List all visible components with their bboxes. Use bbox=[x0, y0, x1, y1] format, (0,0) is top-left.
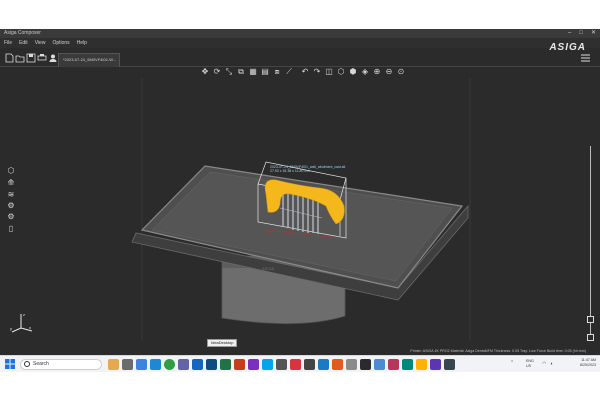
app-teal-icon[interactable] bbox=[402, 359, 413, 370]
redo-icon[interactable]: ↷ bbox=[312, 67, 322, 77]
clock[interactable]: 11:47 AM 8/25/2023 bbox=[580, 358, 596, 368]
file-toolbar: *2023-07-24_5M0VF4I01-W... bbox=[0, 50, 600, 67]
chevron-up-icon[interactable]: ⌃ bbox=[510, 360, 514, 366]
hamburger-menu-icon[interactable] bbox=[581, 54, 590, 64]
measure-icon[interactable]: ⟋ bbox=[284, 67, 294, 77]
taskbar: Search ⌃ ENG US ◠ ◖ 11:47 AM 8/25/2023 bbox=[0, 355, 600, 372]
settings-app-icon[interactable] bbox=[276, 359, 287, 370]
task-view-icon[interactable] bbox=[122, 359, 133, 370]
view-top-icon[interactable]: ⬡ bbox=[336, 67, 346, 77]
chrome-icon[interactable] bbox=[164, 359, 175, 370]
title-bar: Asiga Composer – □ ✕ bbox=[0, 29, 600, 38]
menu-edit[interactable]: Edit bbox=[19, 38, 28, 48]
word-icon[interactable] bbox=[206, 359, 217, 370]
model-label: 2023-07-24_5M0VF4I01_wall_abutment_cast.… bbox=[270, 165, 345, 173]
file-explorer-icon[interactable] bbox=[108, 359, 119, 370]
language-indicator[interactable]: ENG US bbox=[526, 359, 534, 369]
window-controls: – □ ✕ bbox=[568, 29, 596, 38]
powerpoint-icon[interactable] bbox=[234, 359, 245, 370]
close-button[interactable]: ✕ bbox=[591, 29, 596, 38]
zoom-out-icon[interactable]: ⊖ bbox=[384, 67, 394, 77]
svg-text:z: z bbox=[23, 312, 25, 317]
menu-view[interactable]: View bbox=[35, 38, 46, 48]
tooltip: IdeaDesktop bbox=[207, 339, 238, 347]
app-blue-icon[interactable] bbox=[374, 359, 385, 370]
layer-slider-track[interactable] bbox=[590, 146, 591, 336]
axis-gizmo-icon: z x y bbox=[10, 312, 33, 333]
menu-bar: File Edit View Options Help bbox=[0, 38, 600, 48]
maximize-button[interactable]: □ bbox=[579, 29, 583, 38]
menu-help[interactable]: Help bbox=[77, 38, 87, 48]
svg-text:y: y bbox=[10, 326, 12, 331]
app-pink-icon[interactable] bbox=[388, 359, 399, 370]
zoom-fit-icon[interactable]: ⊙ bbox=[396, 67, 406, 77]
menu-options[interactable]: Options bbox=[52, 38, 69, 48]
wifi-icon[interactable]: ◠ bbox=[542, 361, 546, 367]
outlook-icon[interactable] bbox=[192, 359, 203, 370]
widgets-icon[interactable] bbox=[136, 359, 147, 370]
search-icon bbox=[24, 361, 30, 367]
teams-icon[interactable] bbox=[178, 359, 189, 370]
view-front-icon[interactable]: ◫ bbox=[324, 67, 334, 77]
menu-file[interactable]: File bbox=[4, 38, 12, 48]
model-dimensions: 27.93 x 18.38 x 11.80 mm bbox=[270, 169, 311, 173]
svg-text:ASIGA: ASIGA bbox=[262, 266, 275, 271]
status-bar: Printer: ASIGA 4K PRO2 Material: Asiga D… bbox=[0, 347, 600, 355]
status-text: Printer: ASIGA 4K PRO2 Material: Asiga D… bbox=[410, 349, 586, 353]
windows-start-icon[interactable] bbox=[5, 359, 15, 369]
mirror-icon[interactable]: ⧉ bbox=[236, 67, 246, 77]
layout-icon[interactable]: ▤ bbox=[260, 67, 270, 77]
arrange-icon[interactable]: ▦ bbox=[248, 67, 258, 77]
keyboard-layout: US bbox=[526, 364, 531, 368]
app-grey-icon[interactable] bbox=[346, 359, 357, 370]
app-purple-icon[interactable] bbox=[430, 359, 441, 370]
zoom-icon[interactable] bbox=[318, 359, 329, 370]
view-iso-icon[interactable]: ◈ bbox=[360, 67, 370, 77]
save-icon[interactable] bbox=[26, 53, 36, 63]
zoom-in-icon[interactable]: ⊕ bbox=[372, 67, 382, 77]
move-icon[interactable]: ✥ bbox=[200, 67, 210, 77]
onenote-icon[interactable] bbox=[248, 359, 259, 370]
store-icon[interactable] bbox=[262, 359, 273, 370]
taskbar-search-box[interactable]: Search bbox=[20, 359, 102, 370]
layer-slider-thumb-bottom[interactable] bbox=[587, 334, 594, 341]
duplicate-icon[interactable]: ⧈ bbox=[272, 67, 282, 77]
svg-text:x: x bbox=[29, 325, 31, 330]
scale-icon[interactable]: ⤡ bbox=[224, 67, 234, 77]
edge-icon[interactable] bbox=[150, 359, 161, 370]
app-slate-icon[interactable] bbox=[444, 359, 455, 370]
open-folder-icon[interactable] bbox=[15, 53, 25, 63]
excel-icon[interactable] bbox=[220, 359, 231, 370]
rotate-icon[interactable]: ⟳ bbox=[212, 67, 222, 77]
view-side-icon[interactable]: ⬢ bbox=[348, 67, 358, 77]
acrobat-icon[interactable] bbox=[290, 359, 301, 370]
asiga-composer-icon[interactable] bbox=[360, 359, 371, 370]
minimize-button[interactable]: – bbox=[568, 29, 571, 38]
app-yellow-icon[interactable] bbox=[416, 359, 427, 370]
undo-icon[interactable]: ↶ bbox=[300, 67, 310, 77]
app-orange-icon[interactable] bbox=[332, 359, 343, 370]
view-toolbar: ✥ ⟳ ⤡ ⧉ ▦ ▤ ⧈ ⟋ ↶ ↷ ◫ ⬡ ⬢ ◈ ⊕ ⊖ ⊙ bbox=[200, 67, 406, 78]
window-title: Asiga Composer bbox=[4, 30, 41, 36]
terminal-icon[interactable] bbox=[304, 359, 315, 370]
print-icon[interactable] bbox=[37, 53, 47, 63]
volume-icon[interactable]: ◖ bbox=[550, 361, 553, 367]
tab-document[interactable]: *2023-07-24_5M0VF4I01-W... bbox=[58, 53, 120, 67]
new-file-icon[interactable] bbox=[4, 53, 14, 63]
3d-viewport[interactable]: ASIGA bbox=[0, 78, 600, 346]
clock-date: 8/25/2023 bbox=[580, 363, 596, 367]
system-tray: ⌃ bbox=[510, 360, 514, 366]
layer-slider-thumb-top[interactable] bbox=[587, 316, 594, 323]
user-icon[interactable] bbox=[48, 53, 58, 63]
